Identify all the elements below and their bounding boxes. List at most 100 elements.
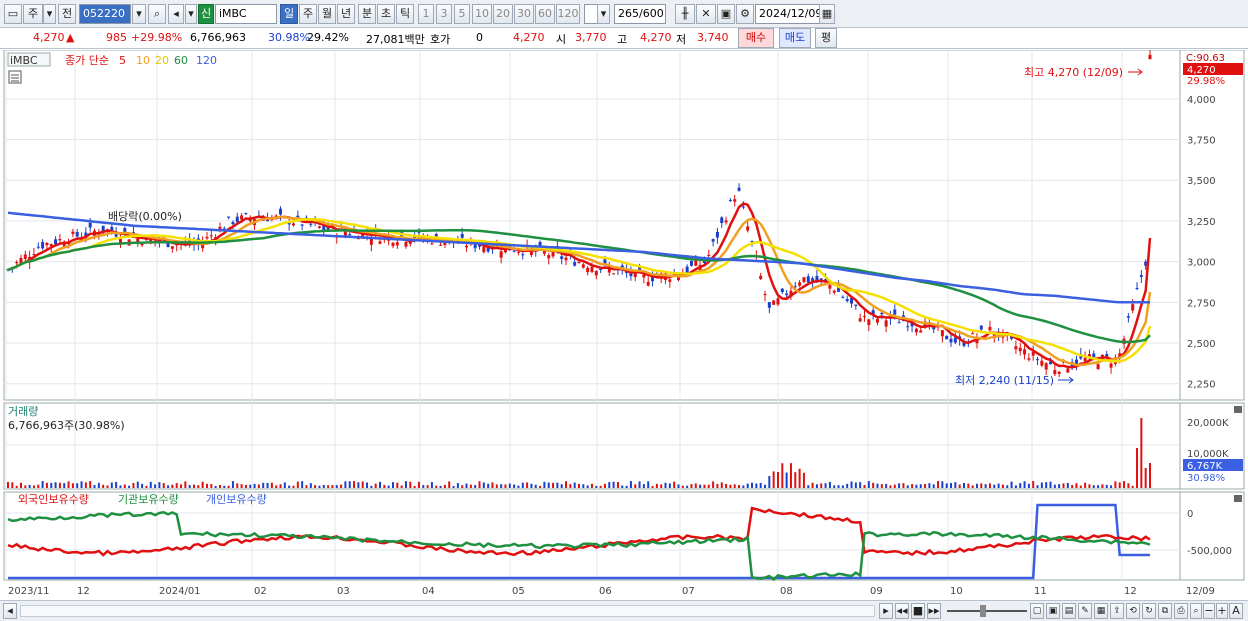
search-icon[interactable]: ⌕ xyxy=(148,4,166,24)
interval-120[interactable]: 120 xyxy=(556,4,580,24)
volume-close-icon[interactable] xyxy=(1234,406,1242,413)
interval-10[interactable]: 10 xyxy=(472,4,492,24)
volume-bar xyxy=(417,481,420,488)
save-icon[interactable]: ▣ xyxy=(717,4,735,24)
link-icon[interactable]: ⟲ xyxy=(1126,603,1140,619)
eval-button[interactable]: 평 xyxy=(815,28,837,48)
volume-bar xyxy=(461,485,464,488)
ma20-label[interactable]: 20 xyxy=(155,54,169,67)
interval-60[interactable]: 60 xyxy=(535,4,555,24)
volume-title[interactable]: 거래량 xyxy=(8,405,38,418)
interval-5[interactable]: 5 xyxy=(454,4,470,24)
stop-icon[interactable]: ■ xyxy=(911,603,925,619)
zoom-out-icon[interactable]: − xyxy=(1203,603,1215,619)
draw-icon[interactable]: ✎ xyxy=(1078,603,1092,619)
layout2-icon[interactable]: ▣ xyxy=(1046,603,1060,619)
code-input[interactable]: 052220 xyxy=(79,4,131,24)
candle-body xyxy=(279,208,283,215)
zoom-slider[interactable] xyxy=(947,610,1027,612)
volume-bar xyxy=(253,483,256,488)
interval-30[interactable]: 30 xyxy=(514,4,534,24)
scroll-track[interactable] xyxy=(20,605,875,617)
volume-value-label: 6,766,963주(30.98%) xyxy=(8,419,125,432)
ma120-label[interactable]: 120 xyxy=(196,54,217,67)
volume-bar xyxy=(469,484,472,488)
volume-bar xyxy=(93,485,96,488)
candle-body xyxy=(395,242,399,246)
candle-body xyxy=(897,322,901,324)
stock-name-input[interactable]: iMBC xyxy=(215,4,277,24)
period-week[interactable]: 주 xyxy=(299,4,317,24)
candle-body xyxy=(205,236,209,239)
volume-bar xyxy=(997,483,1000,488)
toolbar: ▭ 주 ▾ 전 052220 ▾ ⌕ ◂ ▾ 신 iMBC 일 주 월 년 분 … xyxy=(0,0,1248,28)
zoom-in-icon[interactable]: + xyxy=(1216,603,1228,619)
indiv-legend[interactable]: 개인보유수량 xyxy=(206,493,267,506)
period-minute[interactable]: 분 xyxy=(358,4,376,24)
play-icon[interactable]: ▸▸ xyxy=(927,603,941,619)
candle-body xyxy=(1014,346,1018,350)
period-year[interactable]: 년 xyxy=(337,4,355,24)
period-second[interactable]: 초 xyxy=(377,4,395,24)
refresh-icon[interactable]: ↻ xyxy=(1142,603,1156,619)
gear-icon[interactable]: ⚙ xyxy=(736,4,754,24)
scroll-right-icon[interactable]: ▸ xyxy=(879,603,893,619)
buy-button[interactable]: 매수 xyxy=(738,28,774,48)
prev-tab[interactable]: 전 xyxy=(58,4,76,24)
export-icon[interactable]: ⇪ xyxy=(1110,603,1124,619)
copy-icon[interactable]: ⧉ xyxy=(1158,603,1172,619)
candle-body xyxy=(689,260,693,266)
volume-bar xyxy=(954,482,957,488)
layout1-icon[interactable]: ▢ xyxy=(1030,603,1044,619)
count-field[interactable]: 265/600 xyxy=(614,4,666,24)
volume-bar xyxy=(629,481,632,488)
chart-area[interactable]: iMBC 종가 단순 5 10 20 60 120 4,000 3,750 3,50… xyxy=(0,49,1248,621)
zoom-search-icon[interactable]: ⌕ xyxy=(1190,603,1202,619)
calendar-icon[interactable]: ▦ xyxy=(819,4,835,24)
candle-type-icon[interactable]: ╫ xyxy=(675,4,695,24)
interval-20[interactable]: 20 xyxy=(493,4,513,24)
speaker-icon[interactable]: ◂ xyxy=(168,4,184,24)
dropdown-arrow-icon[interactable]: ▾ xyxy=(43,4,56,24)
volume-bar xyxy=(599,485,602,488)
sell-button[interactable]: 매도 xyxy=(779,28,811,48)
legend-title[interactable]: 종가 단순 xyxy=(65,54,109,67)
stock-chart-svg[interactable]: iMBC 종가 단순 5 10 20 60 120 4,0003,7503,50… xyxy=(0,49,1248,601)
rewind-icon[interactable]: ◂◂ xyxy=(895,603,909,619)
ma10-label[interactable]: 10 xyxy=(136,54,150,67)
new-badge: 신 xyxy=(198,4,214,24)
layout3-icon[interactable]: ▤ xyxy=(1062,603,1076,619)
code-dropdown-icon[interactable]: ▾ xyxy=(132,4,146,24)
zoom-thumb[interactable] xyxy=(980,605,986,617)
holding-close-icon[interactable] xyxy=(1234,495,1242,502)
inst-legend[interactable]: 기관보유수량 xyxy=(118,493,179,506)
period-month[interactable]: 월 xyxy=(318,4,336,24)
volume-bar xyxy=(314,485,317,488)
period-tick[interactable]: 틱 xyxy=(396,4,414,24)
auto-scale-icon[interactable]: A xyxy=(1229,603,1243,619)
crosshair-icon[interactable]: ✕ xyxy=(696,4,716,24)
ma5-label[interactable]: 5 xyxy=(119,54,126,67)
market-tab[interactable]: 주 xyxy=(23,4,43,24)
period-day[interactable]: 일 xyxy=(280,4,298,24)
ma60-label[interactable]: 60 xyxy=(174,54,188,67)
volume-bar xyxy=(738,485,741,488)
window-icon[interactable]: ▭ xyxy=(4,4,22,24)
interval-1[interactable]: 1 xyxy=(418,4,434,24)
volume-panel xyxy=(3,402,1181,490)
grid-icon[interactable]: ▦ xyxy=(1094,603,1108,619)
candle-body xyxy=(845,299,849,302)
foreign-legend[interactable]: 외국인보유수량 xyxy=(18,493,89,506)
volume-bar xyxy=(257,484,260,488)
volume-bar xyxy=(772,471,775,488)
print-icon[interactable]: ⎙ xyxy=(1174,603,1188,619)
scroll-left-icon[interactable]: ◂ xyxy=(3,603,17,619)
interval-3[interactable]: 3 xyxy=(436,4,452,24)
speaker-dropdown-icon[interactable]: ▾ xyxy=(185,4,197,24)
candle-body xyxy=(586,267,590,273)
interval-dropdown-icon[interactable]: ▾ xyxy=(597,4,610,24)
bottom-scrollbar[interactable]: ◂ ▸ ◂◂ ■ ▸▸ ▢ ▣ ▤ ✎ ▦ ⇪ ⟲ ↻ ⧉ ⎙ ⌕ − + A xyxy=(0,600,1248,621)
candle-body xyxy=(594,270,598,276)
volume-bar xyxy=(162,483,165,488)
volume-bar xyxy=(370,485,373,488)
